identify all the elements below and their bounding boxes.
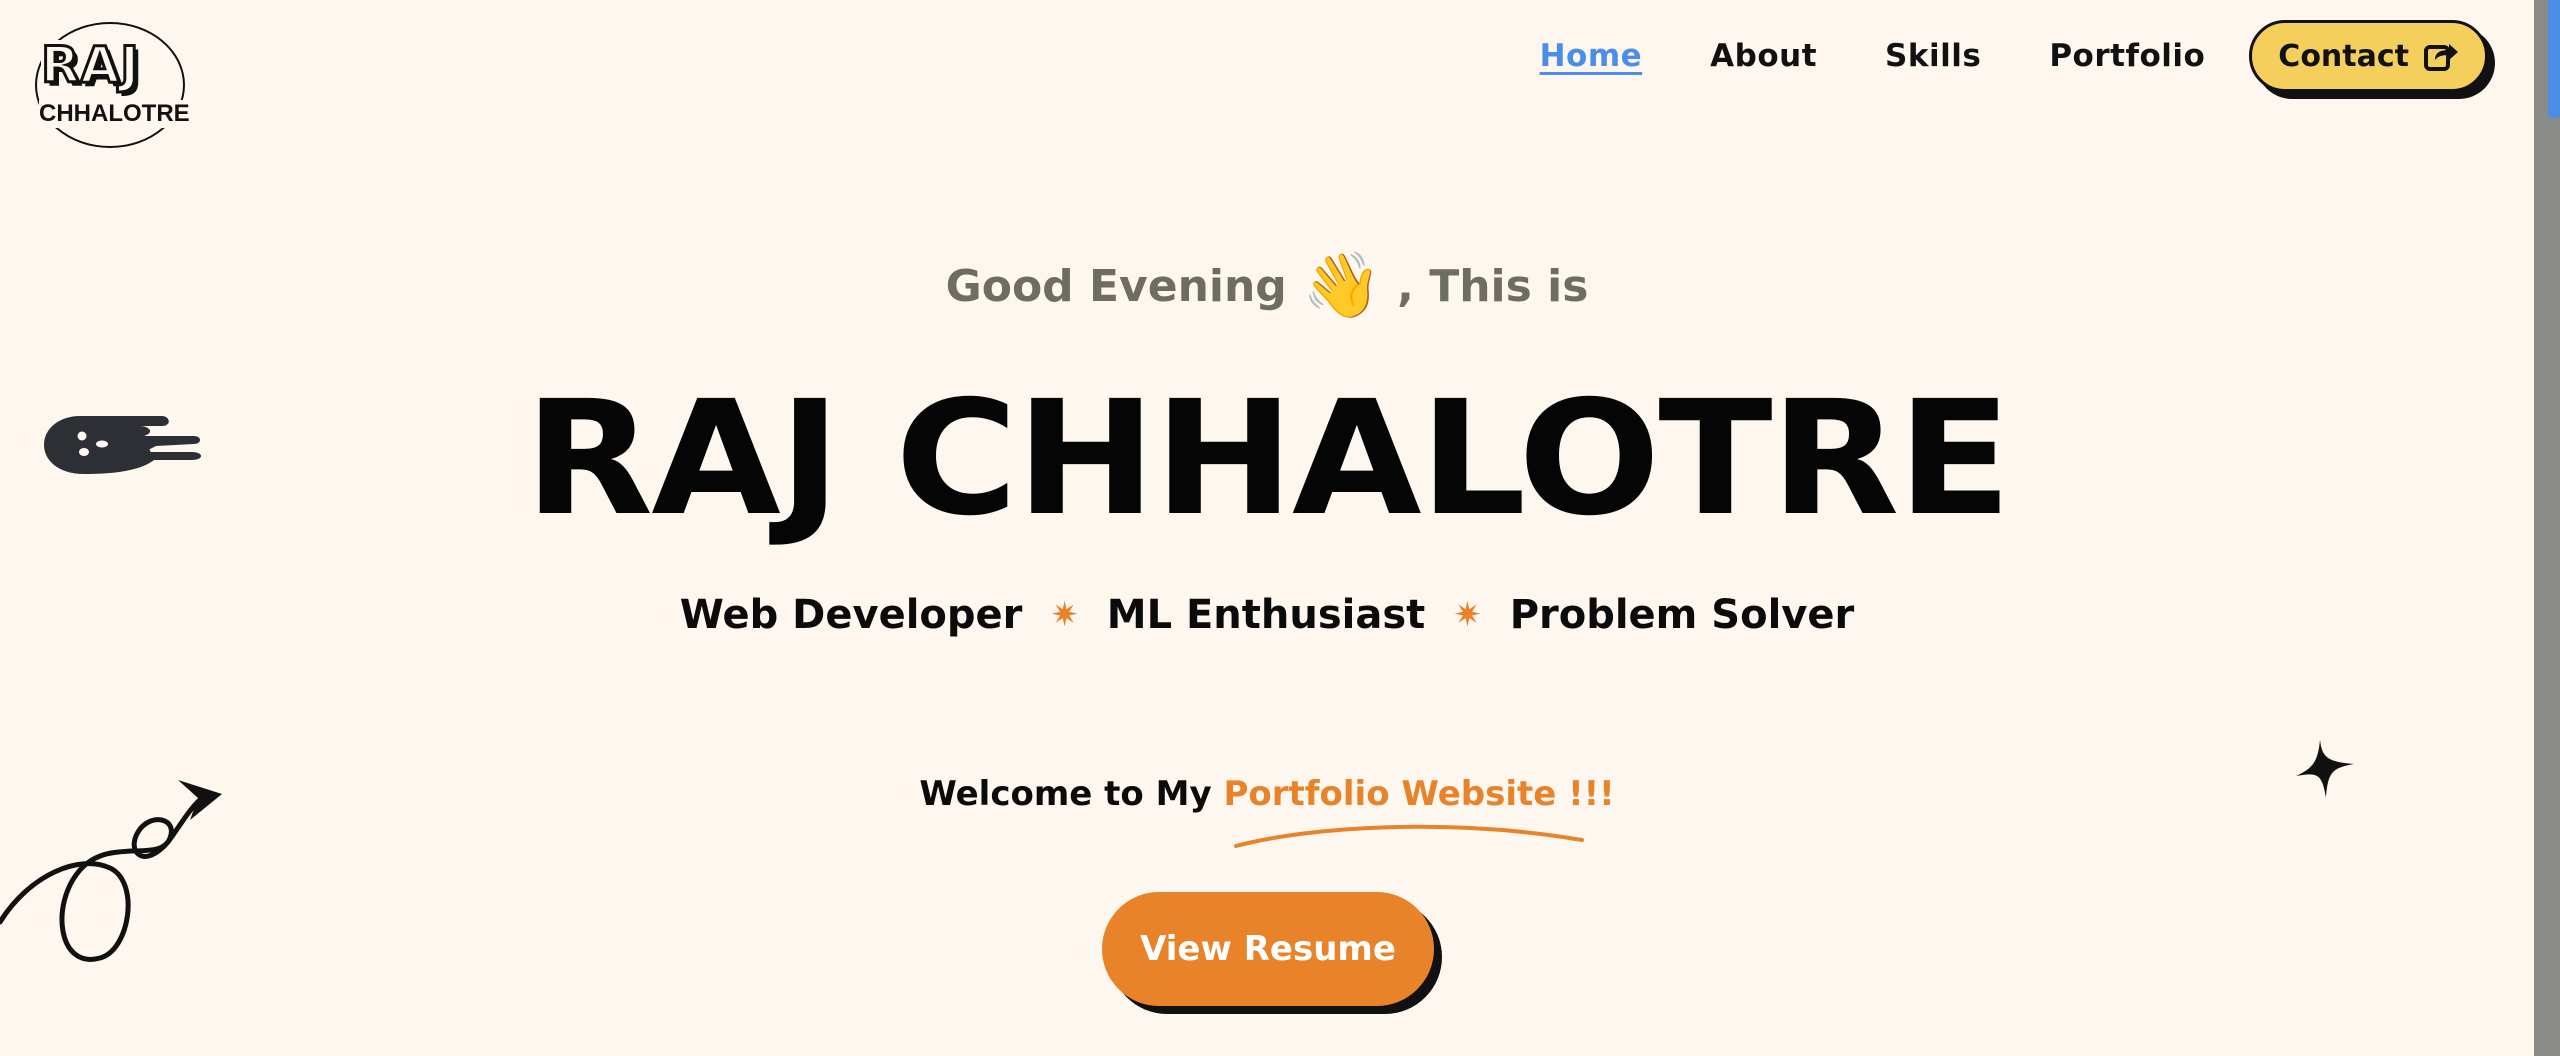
- scrollbar-thumb[interactable]: [2548, 0, 2560, 118]
- nav-link-home[interactable]: Home: [1540, 38, 1643, 74]
- ghost-doodle-icon: [44, 416, 201, 474]
- sparkle-star-icon: [2296, 740, 2354, 798]
- page: RAJ CHHALOTRE Home About Skills Portfoli…: [0, 0, 2560, 1056]
- starburst-icon: ✷: [1453, 595, 1482, 635]
- nav-link-about[interactable]: About: [1710, 38, 1817, 74]
- logo-surname: CHHALOTRE: [39, 100, 192, 128]
- greeting-suffix: , This is: [1397, 261, 1589, 312]
- role-item: Web Developer: [679, 592, 1023, 638]
- hero-name: RAJ CHHALOTRE: [524, 367, 2011, 551]
- contact-button-label: Contact: [2278, 38, 2409, 74]
- main-nav: Home About Skills Portfolio Contact: [1472, 14, 2488, 98]
- greeting-text: Good Evening 👋 , This is: [0, 248, 2534, 323]
- welcome-prefix: Welcome to My: [919, 774, 1224, 814]
- contact-button[interactable]: Contact: [2249, 20, 2488, 92]
- swirl-arrow-doodle-icon: [0, 780, 222, 962]
- greeting-prefix: Good Evening: [945, 261, 1287, 312]
- brush-underline-icon: [1234, 824, 1584, 848]
- nav-link-skills[interactable]: Skills: [1885, 38, 1981, 74]
- logo-initials: RAJ: [40, 36, 141, 94]
- waving-hand-icon: 👋: [1302, 249, 1382, 323]
- site-logo[interactable]: RAJ CHHALOTRE: [35, 22, 192, 148]
- view-resume-button[interactable]: View Resume: [1102, 892, 1434, 1006]
- welcome-highlight: Portfolio Website !!!: [1223, 774, 1615, 814]
- share-icon: [2424, 44, 2458, 71]
- hero-roles: Web Developer ✷ ML Enthusiast ✷ Problem …: [0, 592, 2534, 638]
- role-item: ML Enthusiast: [1106, 592, 1426, 638]
- welcome-text: Welcome to My Portfolio Website !!!: [0, 774, 2534, 814]
- starburst-icon: ✷: [1050, 595, 1079, 635]
- nav-link-portfolio[interactable]: Portfolio: [2049, 38, 2205, 74]
- role-item: Problem Solver: [1509, 592, 1855, 638]
